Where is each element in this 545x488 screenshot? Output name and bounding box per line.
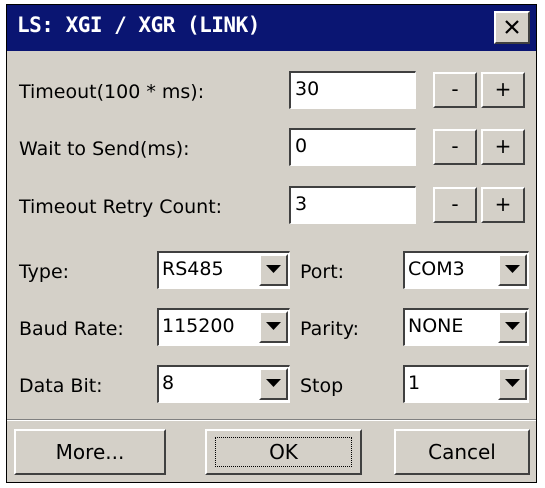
title-bar: LS: XGI / XGR (LINK) — [7, 5, 536, 51]
wait-to-send-label: Wait to Send(ms): — [19, 138, 190, 160]
type-value: RS485 — [162, 258, 224, 280]
retry-count-label: Timeout Retry Count: — [19, 196, 223, 218]
parity-value: NONE — [408, 315, 464, 337]
close-icon — [505, 20, 519, 34]
parity-select[interactable]: NONE — [403, 308, 529, 346]
port-dropdown-button[interactable] — [498, 254, 527, 286]
separator — [7, 419, 536, 421]
stop-label: Stop — [300, 375, 344, 397]
timeout-input[interactable]: 30 — [289, 71, 416, 109]
baud-rate-label: Baud Rate: — [19, 318, 124, 340]
chevron-down-icon — [505, 265, 520, 273]
ok-button[interactable]: OK — [205, 429, 362, 475]
more-button[interactable]: More... — [14, 429, 166, 475]
retry-count-input[interactable]: 3 — [289, 186, 416, 224]
data-bit-select[interactable]: 8 — [157, 365, 290, 403]
chevron-down-icon — [505, 322, 520, 330]
stop-dropdown-button[interactable] — [498, 368, 527, 400]
timeout-decrement-button[interactable]: - — [433, 72, 477, 108]
stop-value: 1 — [408, 372, 421, 394]
dialog-window: LS: XGI / XGR (LINK) Timeout(100 * ms): … — [6, 4, 537, 483]
type-dropdown-button[interactable] — [259, 254, 288, 286]
parity-dropdown-button[interactable] — [498, 311, 527, 343]
data-bit-label: Data Bit: — [19, 375, 103, 397]
type-label: Type: — [19, 261, 70, 283]
parity-label: Parity: — [300, 318, 360, 340]
wait-to-send-decrement-button[interactable]: - — [433, 129, 477, 165]
baud-rate-select[interactable]: 115200 — [157, 308, 290, 346]
timeout-increment-button[interactable]: + — [481, 72, 525, 108]
stop-select[interactable]: 1 — [403, 365, 529, 403]
cancel-button[interactable]: Cancel — [394, 429, 530, 475]
chevron-down-icon — [266, 322, 281, 330]
chevron-down-icon — [505, 379, 520, 387]
close-button[interactable] — [494, 11, 530, 44]
port-select[interactable]: COM3 — [403, 251, 529, 289]
wait-to-send-input[interactable]: 0 — [289, 128, 416, 166]
data-bit-value: 8 — [162, 372, 175, 394]
data-bit-dropdown-button[interactable] — [259, 368, 288, 400]
chevron-down-icon — [266, 379, 281, 387]
timeout-label: Timeout(100 * ms): — [19, 81, 205, 103]
wait-to-send-increment-button[interactable]: + — [481, 129, 525, 165]
chevron-down-icon — [266, 265, 281, 273]
baud-rate-value: 115200 — [162, 315, 235, 337]
baud-rate-dropdown-button[interactable] — [259, 311, 288, 343]
type-select[interactable]: RS485 — [157, 251, 290, 289]
retry-count-increment-button[interactable]: + — [481, 187, 525, 223]
port-label: Port: — [300, 261, 345, 283]
port-value: COM3 — [408, 258, 465, 280]
window-title: LS: XGI / XGR (LINK) — [17, 13, 260, 37]
retry-count-decrement-button[interactable]: - — [433, 187, 477, 223]
focus-rectangle — [215, 437, 352, 467]
